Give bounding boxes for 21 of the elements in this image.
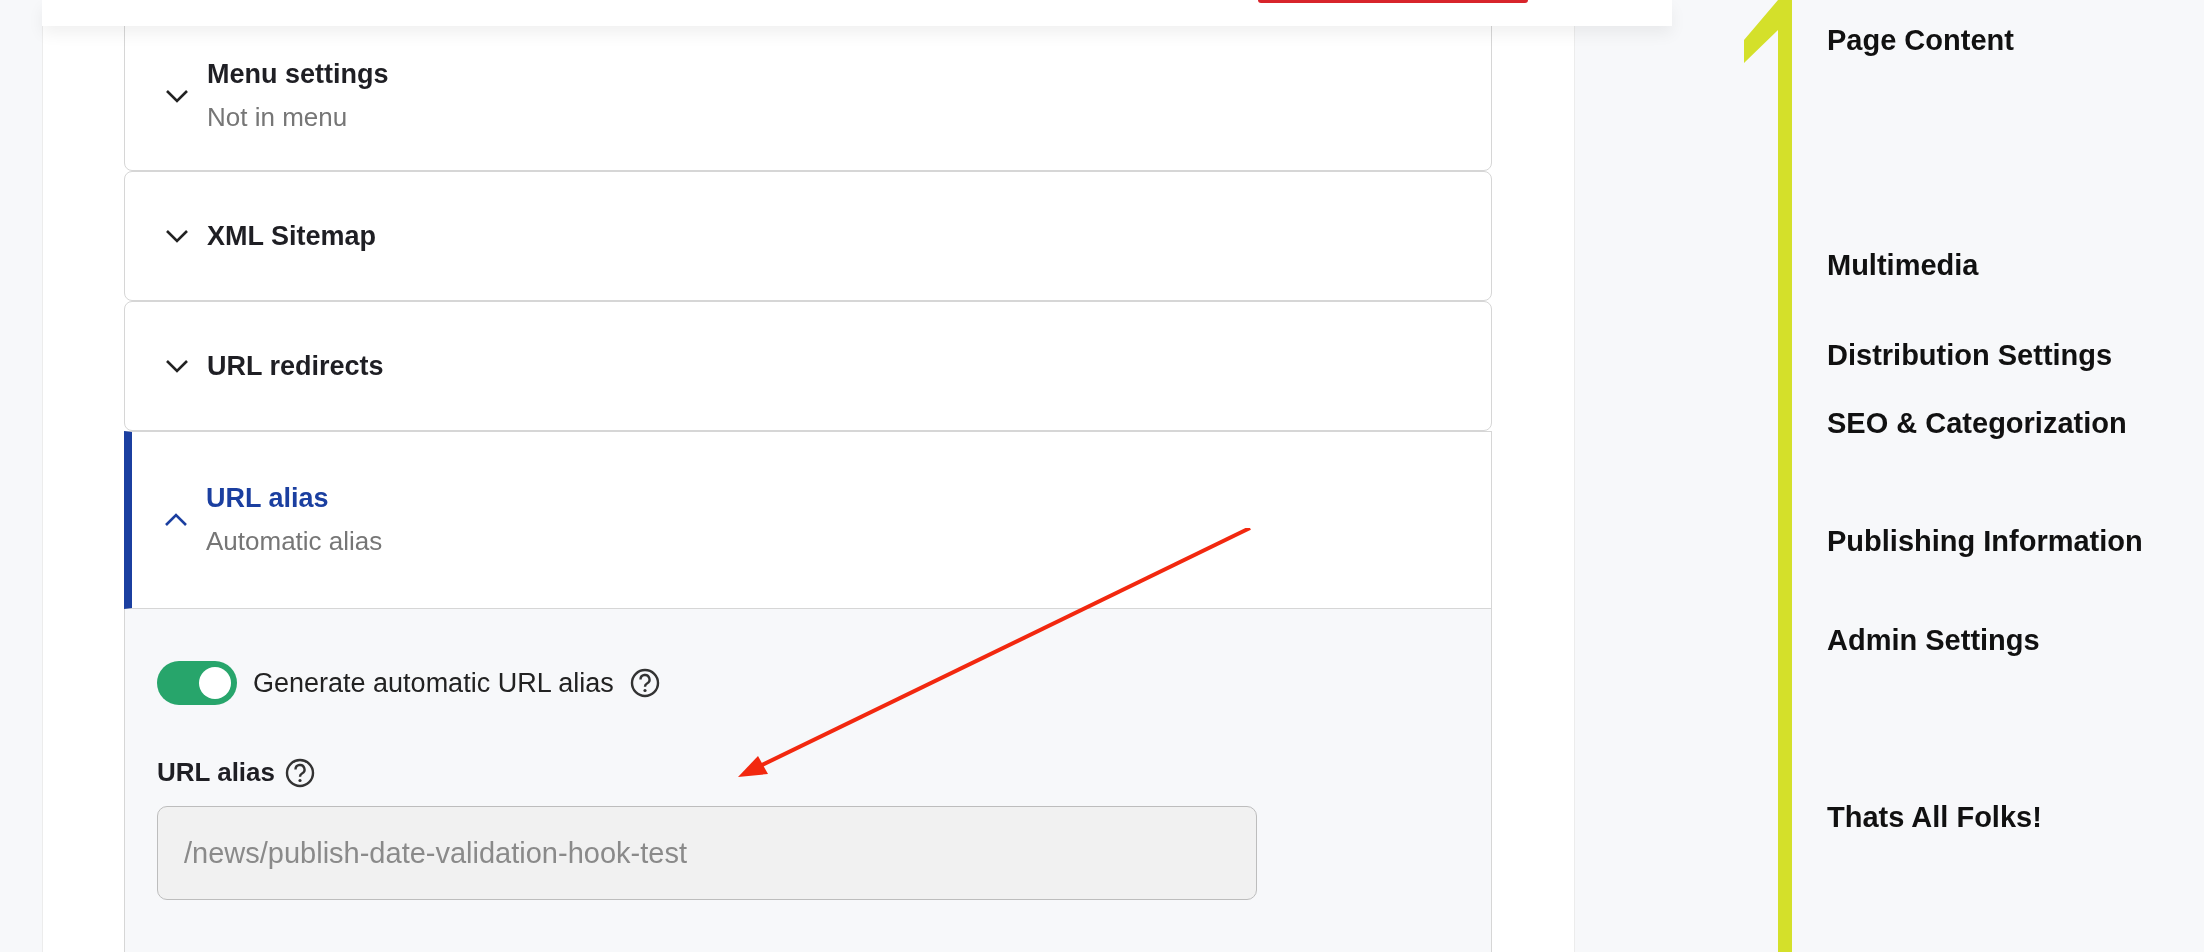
accordion-header[interactable]: XML Sitemap [124,171,1492,301]
help-icon[interactable] [629,668,660,698]
section-title: URL redirects [207,350,384,382]
nav-link[interactable]: Distribution Settings [1827,335,2113,375]
toggle-label: Generate automatic URL alias [253,667,614,699]
nav-link[interactable]: Publishing Information [1827,521,2143,561]
section-summary: Automatic alias [206,526,383,557]
section-title: URL alias [206,483,330,514]
section-title: Menu settings [207,58,389,90]
accordion-header[interactable]: URL alias Automatic alias [124,431,1492,609]
nav-link[interactable]: Thats All Folks! [1827,797,2042,837]
nav-link[interactable]: SEO & Categorization [1827,403,2127,443]
toggle-switch[interactable] [157,661,237,705]
section-title: XML Sitemap [207,220,377,252]
accordion-header[interactable]: URL redirects [124,301,1492,431]
section-summary: Not in menu [207,101,349,133]
help-icon[interactable] [285,757,315,788]
nav-link[interactable]: Multimedia [1827,245,1979,285]
nav-link[interactable]: Page Content [1827,20,2014,60]
nav-link[interactable]: Admin Settings [1827,620,2040,660]
field-label: URL alias [157,757,275,788]
